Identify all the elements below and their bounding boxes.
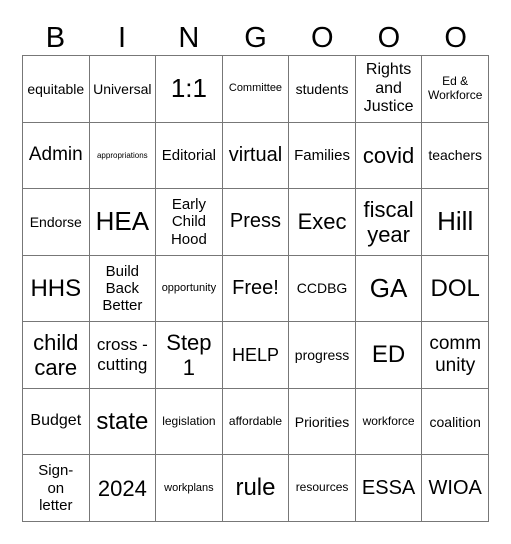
bingo-cell[interactable]: Press <box>221 188 290 256</box>
header-letter: I <box>118 22 127 54</box>
bingo-cell[interactable]: CCDBG <box>288 254 356 323</box>
bingo-row: equitable Universal 1:1 Committee students Ri… <box>22 55 489 123</box>
bingo-row: child care cross - cutting Step 1 HELP progr… <box>22 321 489 389</box>
header-letter: N <box>178 22 200 54</box>
bingo-row: Sign- on letter 2024 workplans rule resource… <box>22 454 489 522</box>
bingo-cell[interactable]: students <box>288 55 356 123</box>
bingo-cell[interactable]: HELP <box>221 321 290 389</box>
bingo-cell[interactable]: HEA <box>88 188 157 256</box>
bingo-cell[interactable]: fiscal year <box>354 188 423 256</box>
bingo-cell[interactable]: 2024 <box>88 454 157 522</box>
bingo-cell[interactable]: workplans <box>155 454 223 522</box>
bingo-cell[interactable]: Free! <box>221 254 290 323</box>
bingo-cell[interactable]: Rights and Justice <box>354 55 423 123</box>
bingo-cell[interactable]: progress <box>288 321 356 389</box>
bingo-cell[interactable]: Early Child Hood <box>155 188 223 256</box>
header-letter: O <box>377 22 401 54</box>
bingo-cell[interactable]: teachers <box>421 121 489 190</box>
bingo-cell[interactable]: ED <box>354 321 423 389</box>
bingo-cell[interactable]: Families <box>288 121 356 190</box>
bingo-row: Endorse HEA Early Child Hood Press Exec fisca… <box>22 188 489 256</box>
bingo-cell[interactable]: Build Back Better <box>88 254 157 323</box>
bingo-cell[interactable]: GA <box>354 254 423 323</box>
bingo-cell[interactable]: cross - cutting <box>88 321 157 389</box>
bingo-cell[interactable]: Exec <box>288 188 356 256</box>
bingo-cell[interactable]: Hill <box>421 188 489 256</box>
bingo-cell[interactable]: equitable <box>22 55 90 123</box>
bingo-row: HHS Build Back Better opportunity Free! CCDB… <box>22 254 489 323</box>
bingo-cell[interactable]: Step 1 <box>155 321 223 389</box>
header-letter: O <box>444 22 467 54</box>
bingo-cell[interactable]: opportunity <box>155 254 223 323</box>
header-letter: O <box>310 22 334 54</box>
bingo-cell[interactable]: legislation <box>155 387 223 456</box>
bingo-cell[interactable]: covid <box>354 121 423 190</box>
bingo-cell[interactable]: affordable <box>221 387 290 456</box>
bingo-cell[interactable]: ESSA <box>354 454 423 522</box>
bingo-header: BINGOOO <box>22 18 489 58</box>
bingo-cell[interactable]: Universal <box>88 55 157 123</box>
bingo-grid: equitable Universal 1:1 Committee students Ri… <box>22 55 489 522</box>
bingo-cell[interactable]: Priorities <box>288 387 356 456</box>
bingo-cell[interactable]: Ed & Workforce <box>421 55 489 123</box>
bingo-cell[interactable]: Admin <box>22 121 90 190</box>
bingo-cell[interactable]: Editorial <box>155 121 223 190</box>
bingo-cell[interactable]: 1:1 <box>155 55 223 123</box>
header-letter: G <box>244 22 267 54</box>
bingo-cell[interactable]: appropriations <box>88 121 157 190</box>
bingo-cell[interactable]: virtual <box>221 121 290 190</box>
bingo-cell[interactable]: DOL <box>421 254 489 323</box>
bingo-cell[interactable]: Sign- on letter <box>22 454 90 522</box>
header-letter: B <box>45 22 66 54</box>
bingo-cell[interactable]: child care <box>22 321 90 389</box>
bingo-cell[interactable]: rule <box>221 454 290 522</box>
bingo-cell[interactable]: workforce <box>354 387 423 456</box>
bingo-cell[interactable]: coalition <box>421 387 489 456</box>
bingo-cell[interactable]: state <box>88 387 157 456</box>
bingo-cell[interactable]: Committee <box>221 55 290 123</box>
bingo-row: Admin appropriations Editorial virtual Famil… <box>22 121 489 190</box>
bingo-cell[interactable]: HHS <box>22 254 90 323</box>
bingo-cell[interactable]: Budget <box>22 387 90 456</box>
bingo-row: Budget state legislation affordable Prioriti… <box>22 387 489 456</box>
bingo-cell[interactable]: resources <box>288 454 356 522</box>
bingo-cell[interactable]: WIOA <box>421 454 489 522</box>
bingo-cell[interactable]: comm unity <box>421 321 489 389</box>
bingo-cell[interactable]: Endorse <box>22 188 90 256</box>
